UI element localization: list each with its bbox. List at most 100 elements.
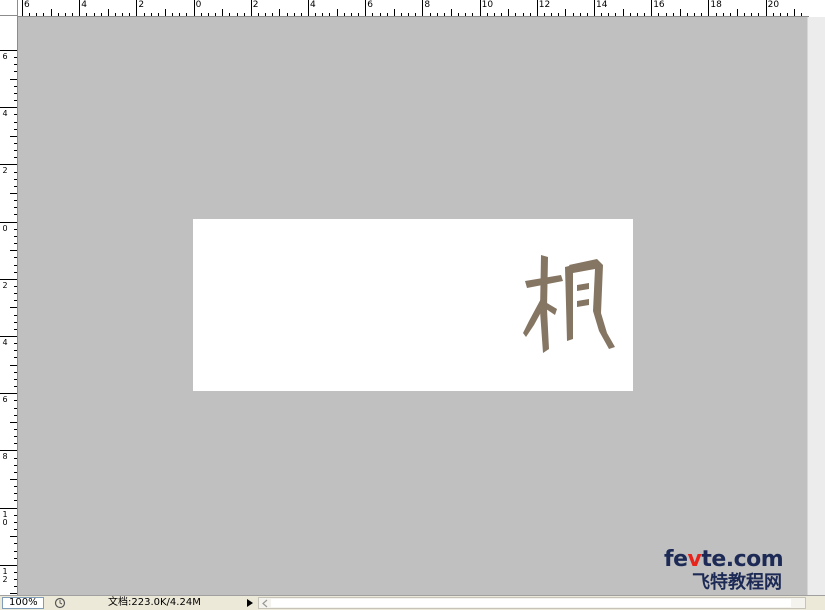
ruler-minor-tick — [558, 13, 560, 16]
ruler-label: 20 — [767, 0, 780, 10]
ruler-major-tick — [136, 0, 138, 16]
zoom-level-field[interactable]: 100% — [2, 597, 44, 609]
ruler-minor-tick — [14, 214, 17, 216]
ruler-label: 14 — [596, 0, 608, 10]
ruler-minor-tick — [14, 400, 17, 402]
status-menu-arrow-icon[interactable] — [244, 597, 256, 609]
ruler-minor-tick — [715, 13, 717, 16]
ruler-minor-tick — [758, 13, 760, 16]
ruler-major-tick — [0, 564, 17, 566]
ruler-minor-tick — [658, 13, 660, 16]
ruler-minor-tick — [14, 178, 17, 180]
ruler-minor-tick — [150, 13, 152, 16]
ruler-label: 0 — [195, 0, 202, 10]
horizontal-ruler[interactable]: 6 4 2 0 2 4 6 8 10 12 14 16 18 20 — [18, 0, 809, 17]
ruler-minor-tick — [243, 13, 245, 16]
ruler-minor-tick — [14, 343, 17, 345]
ruler-label: 4 — [2, 109, 8, 119]
ruler-minor-tick — [14, 314, 17, 316]
ruler-minor-tick — [14, 100, 17, 102]
watermark-url-accent: v — [687, 547, 702, 572]
ruler-minor-tick — [14, 586, 17, 588]
ruler-minor-tick — [579, 13, 581, 16]
ruler-minor-tick — [93, 13, 95, 16]
ruler-origin[interactable] — [0, 0, 18, 16]
ruler-minor-tick — [129, 13, 131, 16]
ruler-minor-tick — [257, 13, 259, 16]
ruler-minor-tick — [286, 13, 288, 16]
ruler-minor-tick — [14, 271, 17, 273]
ruler-minor-tick — [636, 13, 638, 16]
ruler-minor-tick — [14, 243, 17, 245]
ruler-minor-tick — [629, 13, 631, 16]
ruler-minor-tick — [172, 13, 174, 16]
canvas-pasteboard[interactable] — [18, 17, 807, 595]
ruler-label: 2 — [138, 0, 145, 10]
ruler-minor-tick — [114, 13, 116, 16]
ruler-minor-tick — [14, 157, 17, 159]
ruler-minor-tick — [400, 13, 402, 16]
ruler-minor-tick — [14, 471, 17, 473]
ruler-minor-tick — [14, 64, 17, 66]
ruler-minor-tick — [350, 13, 352, 16]
ruler-minor-tick — [14, 57, 17, 59]
ruler-major-tick — [22, 0, 23, 16]
ruler-minor-tick — [14, 428, 17, 430]
ruler-minor-tick — [265, 13, 267, 16]
ruler-minor-tick — [586, 13, 588, 16]
ruler-minor-tick — [36, 13, 38, 16]
ruler-major-tick — [308, 0, 309, 16]
ruler-minor-tick — [701, 13, 703, 16]
ruler-minor-tick — [729, 13, 731, 16]
navigator-icon[interactable] — [53, 597, 67, 609]
ruler-minor-tick — [50, 9, 52, 16]
vertical-ruler[interactable]: 6 4 2 0 2 4 6 8 10 12 — [0, 16, 18, 596]
scroll-left-arrow-icon[interactable] — [261, 599, 269, 608]
ruler-minor-tick — [157, 13, 159, 16]
vertical-scrollbar[interactable] — [807, 17, 825, 595]
ruler-minor-tick — [14, 557, 17, 559]
ruler-minor-tick — [665, 13, 667, 16]
ruler-minor-tick — [10, 479, 17, 480]
ruler-minor-tick — [737, 9, 738, 16]
ruler-minor-tick — [14, 321, 17, 323]
ruler-minor-tick — [722, 13, 724, 16]
ruler-minor-tick — [14, 85, 17, 87]
ruler-minor-tick — [436, 13, 438, 16]
ruler-label: 16 — [653, 0, 665, 10]
ruler-minor-tick — [744, 13, 746, 16]
document-canvas[interactable] — [193, 219, 633, 391]
ruler-minor-tick — [222, 9, 224, 16]
ruler-minor-tick — [300, 13, 302, 16]
ruler-minor-tick — [522, 13, 524, 16]
ruler-minor-tick — [14, 150, 17, 152]
ruler-major-tick — [0, 50, 17, 51]
ruler-minor-tick — [200, 13, 202, 16]
ruler-label: 4 — [310, 0, 316, 10]
ruler-minor-tick — [10, 135, 17, 137]
ruler-minor-tick — [14, 300, 17, 302]
horizontal-scrollbar[interactable] — [258, 597, 806, 609]
ruler-label: 10 — [2, 509, 8, 527]
watermark-url-part1: fe — [664, 547, 688, 572]
ruler-minor-tick — [751, 13, 753, 16]
ruler-minor-tick — [14, 550, 17, 552]
ruler-minor-tick — [14, 500, 17, 502]
ruler-label: 6 — [24, 0, 30, 10]
ruler-minor-tick — [429, 13, 431, 16]
ruler-minor-tick — [43, 13, 45, 16]
ruler-minor-tick — [386, 13, 388, 16]
ruler-minor-tick — [14, 493, 17, 495]
ruler-minor-tick — [672, 13, 674, 16]
ruler-minor-tick — [14, 414, 17, 416]
ruler-minor-tick — [465, 13, 467, 16]
ruler-minor-tick — [472, 13, 474, 16]
ruler-label: 6 — [2, 395, 8, 405]
ruler-minor-tick — [508, 9, 510, 16]
horizontal-scroll-thumb[interactable] — [271, 599, 791, 607]
ruler-label: 8 — [2, 452, 8, 462]
ruler-minor-tick — [14, 386, 17, 388]
ruler-major-tick — [765, 0, 767, 16]
ruler-minor-tick — [14, 464, 17, 466]
ruler-minor-tick — [293, 13, 295, 16]
